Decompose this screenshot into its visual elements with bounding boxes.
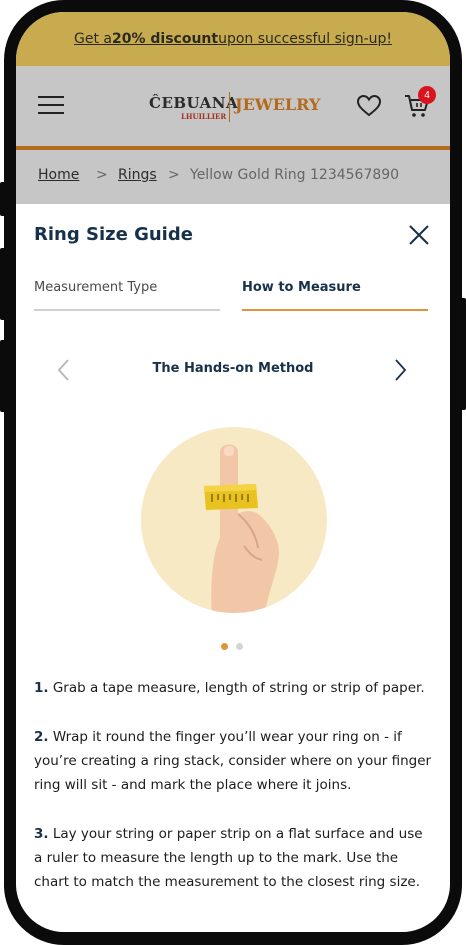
hand-measure-illustration [141,427,327,613]
tab-how-to-measure[interactable]: How to Measure [242,280,361,295]
site-header: ĈEBUANA LHUILLIER JEWELRY 4 [16,66,450,146]
step-number: 2. [34,729,49,745]
phone-power-button [460,298,466,410]
step-item: 3. Lay your string or paper strip on a f… [34,822,432,894]
logo-sub-text: LHUILLIER [181,112,227,121]
promo-prefix: Get a [74,31,112,47]
tab-measurement-type[interactable]: Measurement Type [34,280,157,295]
step-number: 1. [34,680,49,696]
brand-logo[interactable]: ĈEBUANA LHUILLIER JEWELRY [149,90,321,124]
breadcrumb-separator: > [96,167,108,183]
promo-suffix: upon successful sign-up! [218,31,392,47]
carousel-dots [221,635,251,654]
hamburger-icon[interactable] [38,96,64,114]
step-text: Wrap it round the finger you’ll wear you… [34,729,432,793]
instruction-steps: 1. Grab a tape measure, length of string… [34,676,432,919]
modal-title: Ring Size Guide [34,224,193,245]
carousel-dot-active[interactable] [221,643,228,650]
promo-discount: 20% discount [111,31,219,47]
tab-underline [34,309,220,311]
step-text: Grab a tape measure, length of string or… [48,680,425,696]
method-title: The Hands-on Method [152,361,314,376]
breadcrumb-separator: > [168,167,180,183]
close-icon[interactable] [406,222,432,248]
breadcrumb: Home > Rings > Yellow Gold Ring 12345678… [16,150,450,204]
phone-volume-down-button [0,340,6,412]
breadcrumb-current: Yellow Gold Ring 1234567890 [190,167,400,183]
chevron-right-icon[interactable] [392,358,408,382]
step-item: 2. Wrap it round the finger you’ll wear … [34,725,432,797]
screen: Get a 20% discount upon successful sign-… [16,12,450,932]
carousel-dot[interactable] [236,643,243,650]
phone-side-button [0,182,6,216]
phone-volume-up-button [0,248,6,320]
breadcrumb-rings[interactable]: Rings [118,167,157,183]
step-number: 3. [34,826,49,842]
cart-count-badge: 4 [418,86,436,104]
logo-jewelry-text: JEWELRY [235,95,321,114]
logo-divider [229,92,230,122]
breadcrumb-home[interactable]: Home [38,167,79,183]
logo-main-text: ĈEBUANA [149,94,239,112]
promo-banner[interactable]: Get a 20% discount upon successful sign-… [16,12,450,66]
step-item: 1. Grab a tape measure, length of string… [34,676,432,700]
step-text: Lay your string or paper strip on a flat… [34,826,423,890]
heart-icon[interactable] [356,94,382,118]
tab-underline-active [242,309,428,311]
